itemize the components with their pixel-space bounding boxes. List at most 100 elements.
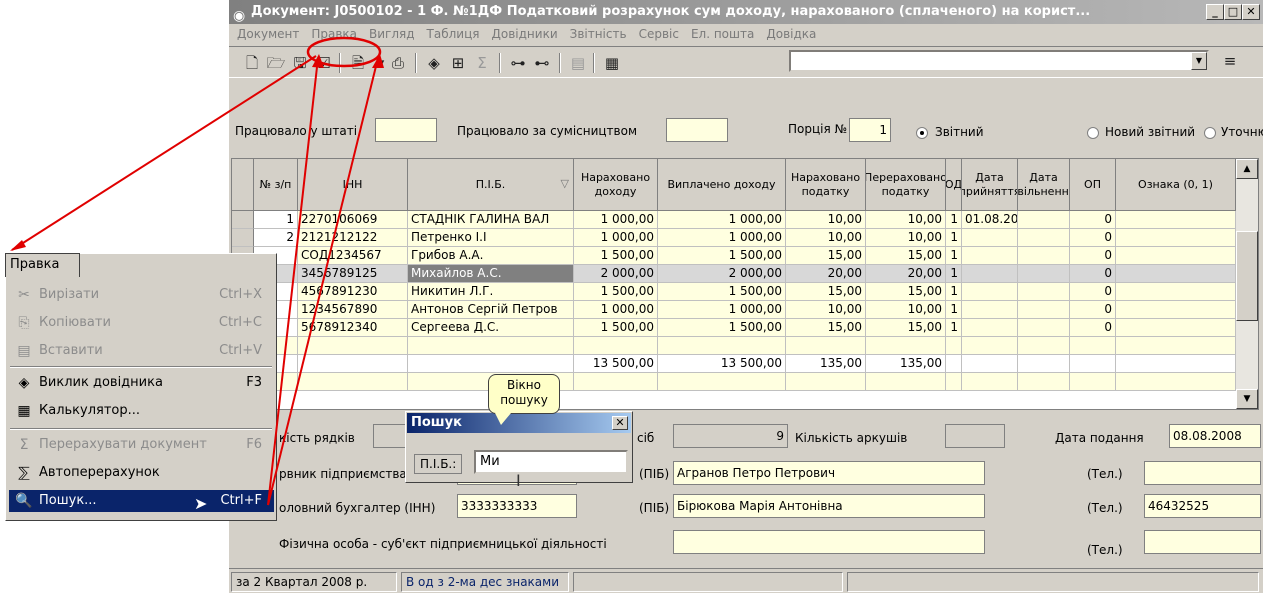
table-cell[interactable]: 1	[946, 301, 962, 319]
table-cell[interactable]	[408, 337, 574, 355]
table-cell[interactable]: 0	[1070, 247, 1116, 265]
table-cell[interactable]	[1116, 211, 1236, 229]
vertical-scrollbar[interactable]: ▲ ▼	[1236, 159, 1258, 409]
director-tel-input[interactable]	[1144, 461, 1261, 485]
table-cell[interactable]: 1234567890	[298, 301, 408, 319]
table-cell[interactable]	[962, 247, 1018, 265]
table-cell[interactable]: 1 500,00	[574, 247, 658, 265]
table-cell[interactable]	[1070, 373, 1116, 391]
edit-fields-icon[interactable]: ≡	[1219, 50, 1241, 72]
recalc-icon[interactable]: ⊞	[447, 52, 469, 74]
table-cell[interactable]	[1018, 265, 1070, 283]
table-cell[interactable]	[574, 373, 658, 391]
table-cell[interactable]: 15,00	[866, 283, 946, 301]
table-cell[interactable]: 15,00	[866, 247, 946, 265]
table-cell[interactable]: 2	[254, 229, 298, 247]
table-cell[interactable]	[1018, 301, 1070, 319]
close-icon[interactable]: ✕	[612, 416, 628, 430]
scroll-up-icon[interactable]: ▲	[1236, 159, 1258, 179]
table-cell[interactable]	[946, 337, 962, 355]
table-cell[interactable]: 1 000,00	[658, 301, 786, 319]
table-cell[interactable]: 1 500,00	[574, 319, 658, 337]
portion-input[interactable]: 1	[849, 118, 891, 142]
table-cell[interactable]	[962, 319, 1018, 337]
column-header[interactable]: ОП	[1070, 159, 1116, 211]
table-cell[interactable]	[1116, 373, 1236, 391]
scroll-down-icon[interactable]: ▼	[1236, 389, 1258, 409]
menu-paste[interactable]: ▤ Вставити Ctrl+V	[9, 340, 274, 362]
minimize-button[interactable]: _	[1206, 4, 1224, 20]
director-name-input[interactable]: Агранов Петро Петрович	[673, 461, 985, 485]
table-cell[interactable]	[1116, 301, 1236, 319]
form-icon[interactable]: ▦	[601, 52, 623, 74]
table-cell[interactable]: 15,00	[786, 283, 866, 301]
table-cell[interactable]: 1 000,00	[574, 301, 658, 319]
staff-input[interactable]	[375, 118, 437, 142]
menu-edit[interactable]: Правка	[305, 24, 363, 44]
table-cell[interactable]	[1018, 373, 1070, 391]
column-header[interactable]: Дата прийняття	[962, 159, 1018, 211]
table-cell[interactable]: 0	[1070, 283, 1116, 301]
table-cell[interactable]: 10,00	[786, 229, 866, 247]
table-cell[interactable]: 13 500,00	[658, 355, 786, 373]
menu-directories[interactable]: Довідники	[486, 24, 564, 44]
table-cell[interactable]	[1018, 211, 1070, 229]
table-cell[interactable]	[1116, 247, 1236, 265]
table-cell[interactable]: 1	[946, 283, 962, 301]
new-document-icon[interactable]: 🗋	[241, 52, 263, 74]
radio-new[interactable]	[1087, 127, 1099, 139]
column-header[interactable]: Нараховано доходу	[574, 159, 658, 211]
table-cell[interactable]: 0	[1070, 211, 1116, 229]
row-header[interactable]	[232, 211, 254, 229]
table-cell[interactable]	[1116, 283, 1236, 301]
table-cell[interactable]	[786, 337, 866, 355]
column-header[interactable]: Перераховано податку	[866, 159, 946, 211]
table-cell[interactable]: 13 500,00	[574, 355, 658, 373]
scroll-thumb[interactable]	[1236, 231, 1258, 321]
table-cell[interactable]	[962, 355, 1018, 373]
parttime-input[interactable]	[666, 118, 728, 142]
table-cell[interactable]: 135,00	[786, 355, 866, 373]
table-cell[interactable]: 1	[946, 319, 962, 337]
menu-recalculate[interactable]: Σ Перерахувати документ F6	[9, 434, 274, 456]
table-cell[interactable]	[298, 355, 408, 373]
table-cell[interactable]	[658, 373, 786, 391]
table-cell[interactable]: СОД1234567	[298, 247, 408, 265]
table-cell[interactable]	[1018, 229, 1070, 247]
table-cell[interactable]: 4567891230	[298, 283, 408, 301]
table-cell[interactable]: 1	[946, 211, 962, 229]
check-icon[interactable]: ☑	[313, 52, 335, 74]
search-input[interactable]: Ми	[474, 450, 628, 474]
table-cell[interactable]: 15,00	[866, 319, 946, 337]
menu-service[interactable]: Сервіс	[633, 24, 685, 44]
table-cell[interactable]	[786, 373, 866, 391]
table-cell[interactable]: 1 000,00	[658, 229, 786, 247]
window-title-bar[interactable]: ◉ Документ: J0500102 - 1 Ф. №1ДФ Податко…	[229, 0, 1263, 24]
entrepreneur-tel-input[interactable]	[1144, 530, 1261, 554]
table-cell[interactable]: 10,00	[866, 229, 946, 247]
save-icon[interactable]: 🖫	[289, 52, 311, 74]
table-cell[interactable]	[1018, 355, 1070, 373]
table-cell[interactable]: Сергеева Д.С.	[408, 319, 574, 337]
table-cell[interactable]	[298, 337, 408, 355]
menu-email[interactable]: Ел. пошта	[685, 24, 760, 44]
menu-calculator[interactable]: ▦ Калькулятор...	[9, 400, 274, 422]
table-icon[interactable]: ▤	[567, 52, 589, 74]
table-cell[interactable]: Антонов Сергій Петров	[408, 301, 574, 319]
date-input[interactable]: 08.08.2008	[1169, 424, 1261, 448]
accountant-inn-input[interactable]: 3333333333	[457, 494, 577, 518]
table-cell[interactable]: Никитин Л.Г.	[408, 283, 574, 301]
edit-menu-header[interactable]: Правка	[5, 253, 80, 277]
table-cell[interactable]: 20,00	[866, 265, 946, 283]
table-cell[interactable]	[962, 265, 1018, 283]
table-cell[interactable]	[1018, 337, 1070, 355]
menu-table[interactable]: Таблиця	[421, 24, 486, 44]
table-cell[interactable]: 01.08.200	[962, 211, 1018, 229]
table-cell[interactable]	[1018, 283, 1070, 301]
table-cell[interactable]: СТАДНІК ГАЛИНА ВАЛ	[408, 211, 574, 229]
table-cell[interactable]: 1 500,00	[658, 319, 786, 337]
table-cell[interactable]: 2 000,00	[574, 265, 658, 283]
radio-report[interactable]	[916, 127, 928, 139]
menu-reports[interactable]: Звітність	[564, 24, 633, 44]
menu-search[interactable]: 🔍 Пошук... Ctrl+F	[9, 490, 274, 512]
